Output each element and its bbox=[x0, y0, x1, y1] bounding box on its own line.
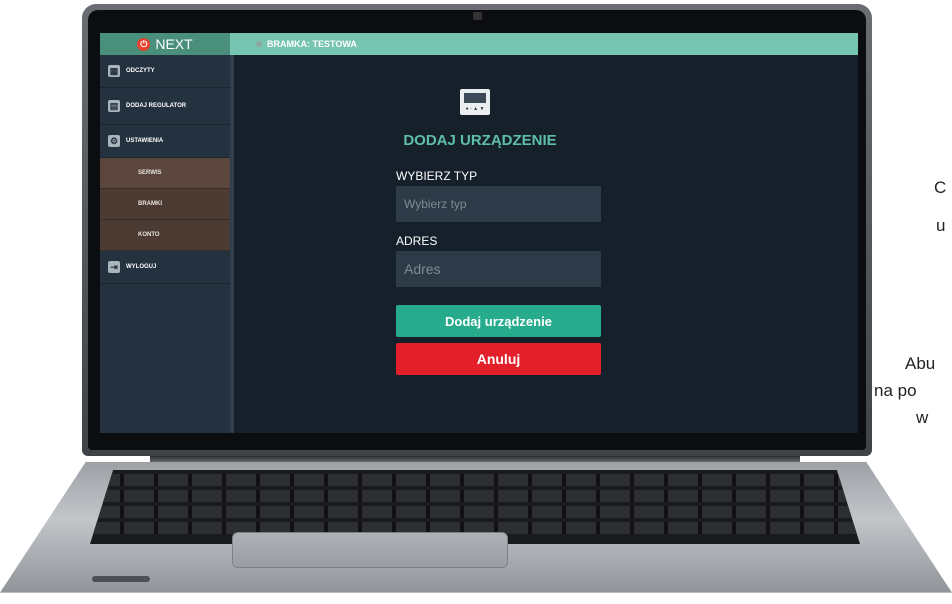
sidebar-item-label: ODCZYTY bbox=[126, 68, 155, 74]
thermostat-icon: ● ◦ ▲ ▼ bbox=[460, 89, 490, 115]
sidebar-subitem-account[interactable]: KONTO bbox=[100, 220, 230, 251]
sidebar-subitem-label: BRAMKI bbox=[138, 201, 162, 207]
main-content: ● ◦ ▲ ▼ DODAJ URZĄDZENIE WYBIERZ TYP ADR… bbox=[234, 55, 858, 433]
gear-icon: ⚙ bbox=[108, 135, 120, 147]
address-input[interactable] bbox=[396, 251, 601, 287]
webcam bbox=[473, 12, 482, 20]
app-logo[interactable]: ⏻ NEXT bbox=[100, 33, 230, 55]
type-label: WYBIERZ TYP bbox=[396, 169, 478, 183]
sidebar-item-readings[interactable]: ▦ ODCZYTY bbox=[100, 55, 230, 88]
sidebar-subitem-label: KONTO bbox=[138, 232, 160, 238]
sidebar: ▦ ODCZYTY ▤ DODAJ REGULATOR ⚙ USTAWIENIA… bbox=[100, 55, 234, 433]
logout-icon: ⇥ bbox=[108, 261, 120, 273]
cropped-text-3: Abu bbox=[905, 354, 936, 373]
regulator-icon: ▤ bbox=[108, 100, 120, 112]
top-bar: ⏻ NEXT BRAMKA: TESTOWA bbox=[100, 33, 858, 55]
add-device-button[interactable]: Dodaj urządzenie bbox=[396, 305, 601, 337]
sidebar-item-label: WYLOGUJ bbox=[126, 264, 157, 270]
cropped-text-4: na po bbox=[874, 381, 917, 400]
type-select[interactable] bbox=[396, 186, 601, 222]
cropped-text-2: u bbox=[936, 216, 946, 235]
address-label: ADRES bbox=[396, 234, 438, 248]
sidebar-item-label: USTAWIENIA bbox=[126, 138, 164, 144]
sidebar-subitem-service[interactable]: SERWIS bbox=[100, 158, 230, 189]
sidebar-subitem-label: SERWIS bbox=[138, 170, 162, 176]
app-screen: ⏻ NEXT BRAMKA: TESTOWA ▦ ODCZYTY ▤ DODAJ… bbox=[100, 33, 858, 433]
form-title: DODAJ URZĄDZENIE bbox=[403, 132, 557, 149]
sidebar-item-settings[interactable]: ⚙ USTAWIENIA bbox=[100, 125, 230, 158]
cancel-button[interactable]: Anuluj bbox=[396, 343, 601, 375]
status-dot-icon bbox=[256, 41, 262, 47]
sidebar-item-add-regulator[interactable]: ▤ DODAJ REGULATOR bbox=[100, 88, 230, 125]
gateway-label: BRAMKA: TESTOWA bbox=[267, 39, 357, 49]
sidebar-subitem-gateways[interactable]: BRAMKI bbox=[100, 189, 230, 220]
card-slot bbox=[92, 576, 150, 582]
touchpad bbox=[232, 532, 508, 568]
sidebar-item-logout[interactable]: ⇥ WYLOGUJ bbox=[100, 251, 230, 284]
sidebar-item-label: DODAJ REGULATOR bbox=[126, 103, 187, 109]
gateway-indicator: BRAMKA: TESTOWA bbox=[256, 39, 357, 49]
cropped-text-1: C bbox=[934, 178, 947, 197]
logo-text: NEXT bbox=[155, 36, 193, 52]
grid-icon: ▦ bbox=[108, 65, 120, 77]
cropped-text-5: w bbox=[916, 408, 929, 427]
logo-power-icon: ⏻ bbox=[137, 37, 151, 51]
